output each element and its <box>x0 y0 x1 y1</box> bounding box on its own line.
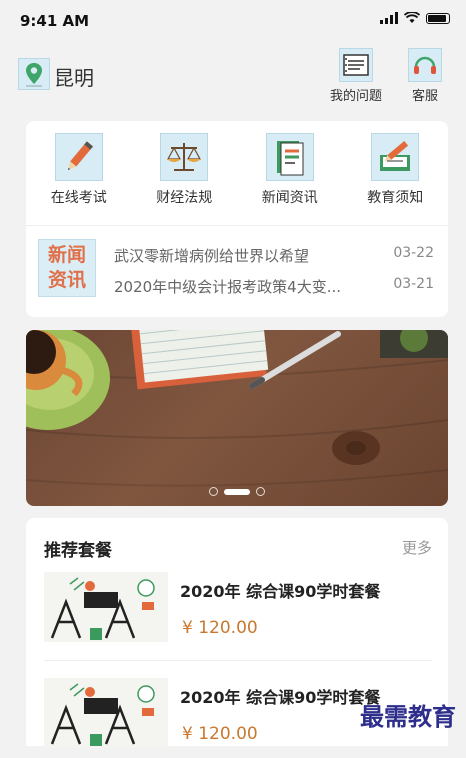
quick-link-online-exam[interactable]: 在线考试 <box>29 133 129 207</box>
notebook-pen-icon <box>371 133 420 181</box>
carousel-dot[interactable] <box>209 487 218 496</box>
news-title: 武汉零新增病例给世界以希望 <box>114 247 310 265</box>
watermark: 最需教育 <box>360 702 456 731</box>
package-price: ¥ 120.00 <box>182 724 258 744</box>
my-questions-label: 我的问题 <box>330 89 383 104</box>
news-item[interactable]: 武汉零新增病例给世界以希望 03-22 <box>114 245 434 266</box>
package-thumbnail <box>44 678 168 748</box>
more-link[interactable]: 更多 <box>402 537 432 558</box>
customer-service-label: 客服 <box>411 89 438 104</box>
signal-icon <box>380 12 398 24</box>
section-title: 推荐套餐 <box>44 541 112 561</box>
status-time: 9:41 AM <box>20 12 90 30</box>
location-pin-icon[interactable] <box>18 58 50 90</box>
banner-image <box>26 330 448 487</box>
headset-icon <box>408 48 442 82</box>
package-name: 2020年 综合课90学时套餐 <box>180 582 381 601</box>
question-list-icon <box>339 48 373 82</box>
quick-link-label: 教育须知 <box>367 190 424 206</box>
books-icon <box>265 133 314 181</box>
carousel-dot[interactable] <box>256 487 265 496</box>
quick-link-finance-law[interactable]: 财经法规 <box>134 133 234 207</box>
banner-carousel[interactable] <box>26 330 448 506</box>
news-logo: 新闻 资讯 <box>38 239 96 297</box>
divider <box>26 225 448 226</box>
status-bar: 9:41 AM <box>0 0 466 40</box>
scale-icon <box>160 133 209 181</box>
status-icons <box>380 12 450 24</box>
header: 昆明 我的问题 客服 <box>0 44 466 104</box>
customer-service-button[interactable]: 客服 <box>408 48 442 104</box>
quick-link-label: 在线考试 <box>50 190 107 206</box>
wifi-icon <box>404 12 420 23</box>
battery-icon <box>426 12 450 24</box>
quick-link-label: 财经法规 <box>156 190 213 206</box>
package-name: 2020年 综合课90学时套餐 <box>180 688 381 707</box>
quick-link-label: 新闻资讯 <box>261 190 318 206</box>
news-date: 03-22 <box>393 245 434 261</box>
quick-links-row: 在线考试 财经法规 新闻资讯 教育须知 <box>26 133 448 207</box>
news-item[interactable]: 2020年中级会计报考政策4大变... 03-21 <box>114 276 434 297</box>
news-title: 2020年中级会计报考政策4大变... <box>114 278 342 296</box>
my-questions-button[interactable]: 我的问题 <box>330 48 382 104</box>
news-date: 03-21 <box>393 276 434 292</box>
package-item[interactable]: 2020年 综合课90学时套餐 ¥ 120.00 <box>44 572 434 652</box>
pencil-icon <box>54 133 103 181</box>
divider <box>44 660 432 661</box>
package-price: ¥ 120.00 <box>182 618 258 638</box>
city-selector[interactable]: 昆明 <box>54 62 94 91</box>
quick-link-education-notice[interactable]: 教育须知 <box>345 133 445 207</box>
package-thumbnail <box>44 572 168 642</box>
quick-links-card: 在线考试 财经法规 新闻资讯 教育须知 新闻 资讯 武汉零新增病例给世界以希望 … <box>26 121 448 317</box>
carousel-dots <box>209 487 265 496</box>
quick-link-news[interactable]: 新闻资讯 <box>240 133 340 207</box>
carousel-dot-active[interactable] <box>224 488 250 495</box>
